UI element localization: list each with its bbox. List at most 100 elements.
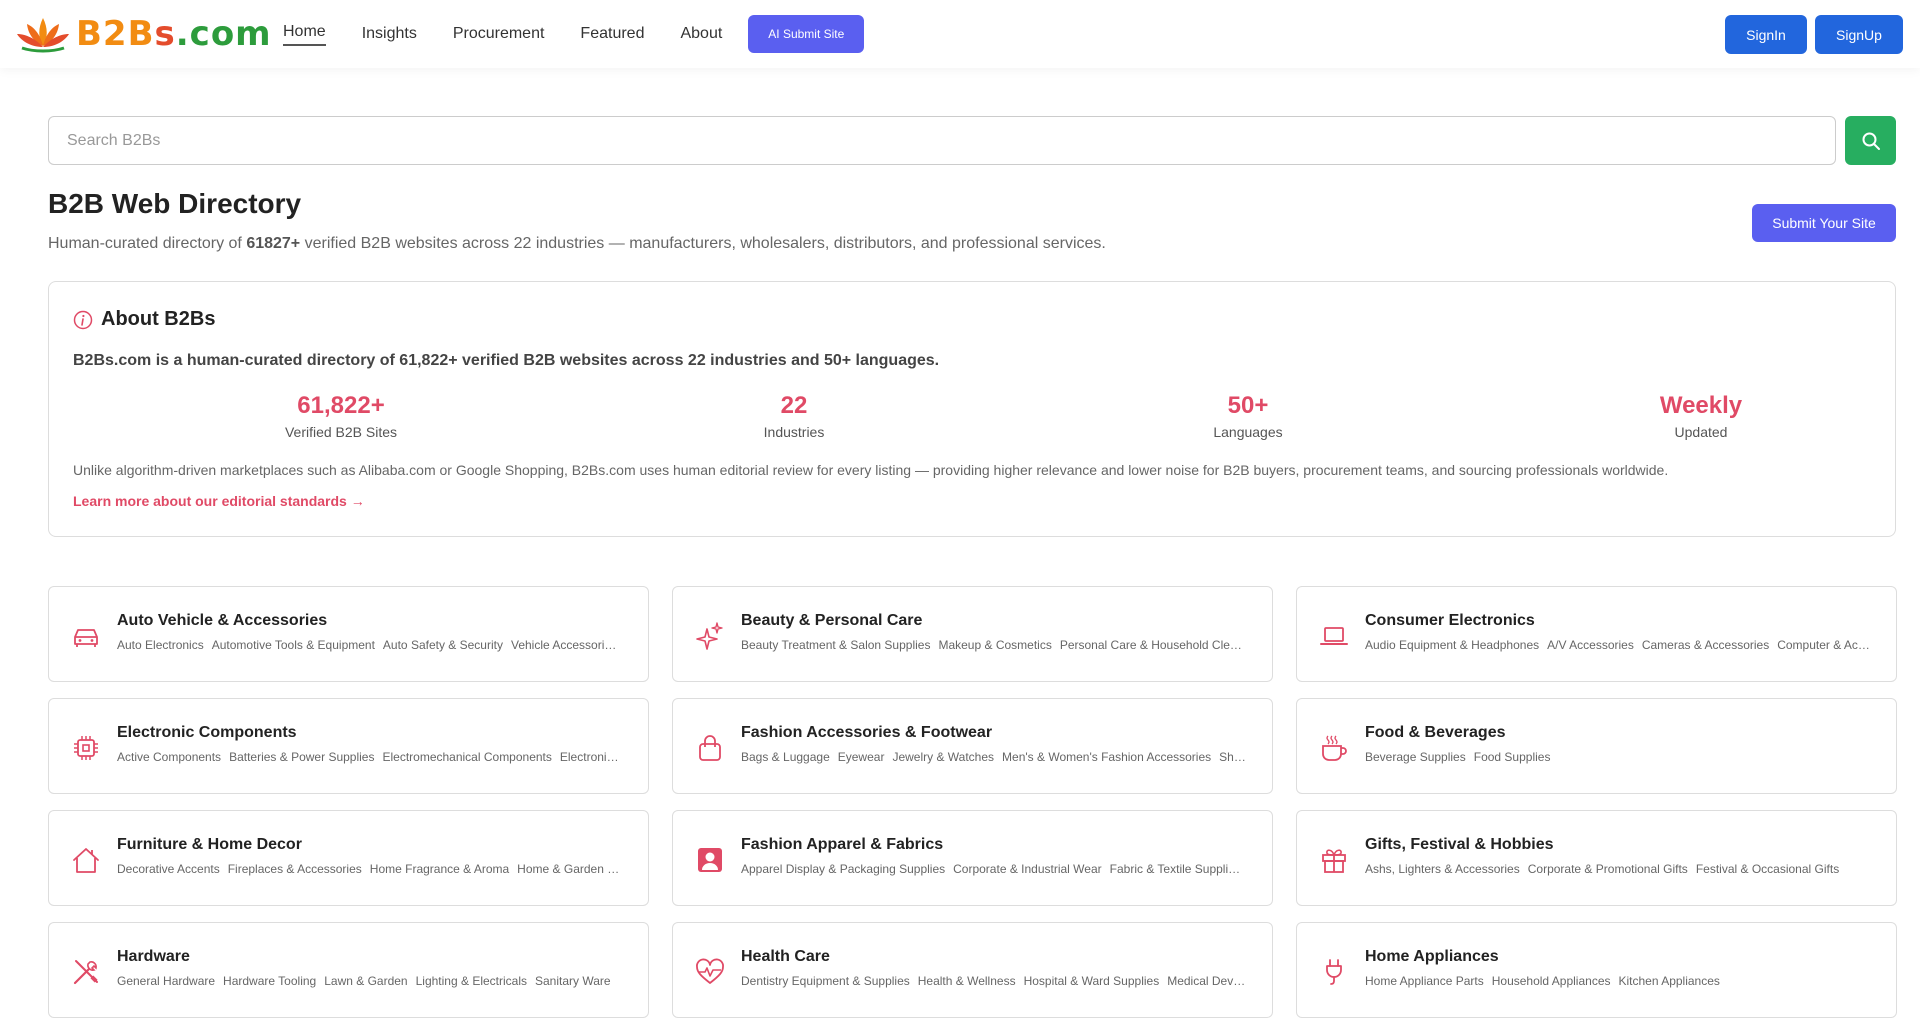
subcategory-link[interactable]: Corporate & Industrial Wear <box>953 862 1102 876</box>
nav-featured[interactable]: Featured <box>580 0 644 68</box>
nav-insights[interactable]: Insights <box>362 0 417 68</box>
nav-home[interactable]: Home <box>283 0 326 68</box>
nav-procurement[interactable]: Procurement <box>453 0 545 68</box>
category-card-home-appliances[interactable]: Home Appliances Home Appliance Parts Hous… <box>1296 922 1897 1018</box>
subcategory-link[interactable]: Cameras & Accessories <box>1642 638 1769 652</box>
site-logo[interactable]: B2Bs.com <box>14 14 272 54</box>
subcategory-link[interactable]: Sanitary Ware <box>535 974 611 988</box>
category-card-beauty[interactable]: Beauty & Personal Care Beauty Treatment … <box>672 586 1273 682</box>
subcategory-list: Beauty Treatment & Salon Supplies Makeup … <box>741 638 1246 652</box>
subcategory-link[interactable]: Hardware Tooling <box>223 974 316 988</box>
subcategory-link[interactable]: Beauty Treatment & Salon Supplies <box>741 638 930 652</box>
subcategory-link[interactable]: Computer & Accessories <box>1777 638 1870 652</box>
signup-button[interactable]: SignUp <box>1815 15 1903 54</box>
category-card-fashion-accessories[interactable]: Fashion Accessories & Footwear Bags & Lu… <box>672 698 1273 794</box>
search-button[interactable] <box>1845 116 1896 165</box>
subcategory-list: Bags & Luggage Eyewear Jewelry & Watches Me… <box>741 750 1246 764</box>
subcategory-link[interactable]: Festival & Occasional Gifts <box>1696 862 1839 876</box>
category-card-fashion-apparel[interactable]: Fashion Apparel & Fabrics Apparel Displa… <box>672 810 1273 906</box>
subcategory-link[interactable]: Fireplaces & Accessories <box>228 862 362 876</box>
editorial-standards-link[interactable]: Learn more about our editorial standards… <box>73 493 365 509</box>
auth-buttons: SignIn SignUp <box>1717 15 1903 54</box>
heart-pulse-icon <box>696 958 724 984</box>
subcategory-link[interactable]: Food Supplies <box>1474 750 1551 764</box>
category-card-food-beverages[interactable]: Food & Beverages Beverage Supplies Food S… <box>1296 698 1897 794</box>
logo-text: B2Bs.com <box>76 14 272 54</box>
submit-your-site-button[interactable]: Submit Your Site <box>1752 204 1896 242</box>
tools-icon <box>73 960 98 985</box>
subcategory-link[interactable]: Vehicle Accessories <box>511 638 617 652</box>
subcategory-link[interactable]: Makeup & Cosmetics <box>938 638 1051 652</box>
subcategory-list: Dentistry Equipment & Supplies Health & W… <box>741 974 1246 988</box>
category-card-health-care[interactable]: Health Care Dentistry Equipment & Suppli… <box>672 922 1273 1018</box>
signin-button[interactable]: SignIn <box>1725 15 1807 54</box>
subcategory-link[interactable]: General Hardware <box>117 974 215 988</box>
subcategory-link[interactable]: Auto Electronics <box>117 638 204 652</box>
category-title: Furniture & Home Decor <box>117 836 302 853</box>
subcategory-link[interactable]: Jewelry & Watches <box>892 750 994 764</box>
subcategory-link[interactable]: Eyewear <box>838 750 885 764</box>
subcategory-list: Ashs, Lighters & Accessories Corporate & … <box>1365 862 1870 876</box>
subcategory-link[interactable]: Health & Wellness <box>918 974 1016 988</box>
subcategory-link[interactable]: Hospital & Ward Supplies <box>1024 974 1160 988</box>
category-title: Gifts, Festival & Hobbies <box>1365 836 1554 853</box>
subcategory-link[interactable]: Household Appliances <box>1492 974 1611 988</box>
stat-updated: Weekly Updated <box>1659 392 1743 440</box>
subcategory-link[interactable]: Corporate & Promotional Gifts <box>1528 862 1688 876</box>
subcategory-list: Auto Electronics Automotive Tools & Equip… <box>117 638 622 652</box>
subcategory-link[interactable]: Electronic Accessories <box>560 750 622 764</box>
subcategory-link[interactable]: Lawn & Garden <box>324 974 407 988</box>
search-placeholder: Search B2Bs <box>67 131 161 149</box>
subcategory-link[interactable]: Home Fragrance & Aroma <box>370 862 509 876</box>
category-card-hardware[interactable]: Hardware General Hardware Hardware Toolin… <box>48 922 649 1018</box>
stat-verified-sites: 61,822+ Verified B2B Sites <box>284 392 398 440</box>
subcategory-link[interactable]: Electromechanical Components <box>382 750 551 764</box>
category-title: Hardware <box>117 948 190 965</box>
subcategory-link[interactable]: Medical Devices <box>1167 974 1246 988</box>
lotus-icon <box>17 18 69 53</box>
subcategory-link[interactable]: A/V Accessories <box>1547 638 1634 652</box>
subcategory-link[interactable]: Home Appliance Parts <box>1365 974 1484 988</box>
category-title: Fashion Accessories & Footwear <box>741 724 993 741</box>
category-card-auto-vehicle[interactable]: Auto Vehicle & Accessories Auto Electron… <box>48 586 649 682</box>
category-title: Beauty & Personal Care <box>741 612 923 629</box>
subcategory-link[interactable]: Active Components <box>117 750 221 764</box>
subcategory-list: General Hardware Hardware Tooling Lawn & G… <box>117 974 622 988</box>
subcategory-link[interactable]: Personal Care & Household Cleaning <box>1060 638 1246 652</box>
subcategory-link[interactable]: Dentistry Equipment & Supplies <box>741 974 910 988</box>
subcategory-link[interactable]: Decorative Accents <box>117 862 220 876</box>
subcategory-list: Apparel Display & Packaging Supplies Corp… <box>741 862 1246 876</box>
subcategory-link[interactable]: Batteries & Power Supplies <box>229 750 374 764</box>
subcategory-link[interactable]: Lighting & Electricals <box>416 974 527 988</box>
subcategory-link[interactable]: Audio Equipment & Headphones <box>1365 638 1539 652</box>
subcategory-list: Beverage Supplies Food Supplies <box>1365 750 1870 764</box>
subcategory-link[interactable]: Bags & Luggage <box>741 750 830 764</box>
subcategory-link[interactable]: Men's & Women's Fashion Accessories <box>1002 750 1211 764</box>
category-card-gifts[interactable]: Gifts, Festival & Hobbies Ashs, Lighters… <box>1296 810 1897 906</box>
about-lead: B2Bs.com is a human-curated directory of… <box>73 352 940 369</box>
subcategory-link[interactable]: Ashs, Lighters & Accessories <box>1365 862 1520 876</box>
subcategory-link[interactable]: Fabric & Textile Supplies <box>1110 862 1241 876</box>
category-card-electronic-components[interactable]: Electronic Components Active Components B… <box>48 698 649 794</box>
subcategory-link[interactable]: Beverage Supplies <box>1365 750 1466 764</box>
subcategory-link[interactable]: Home & Garden Furniture <box>517 862 622 876</box>
search-icon <box>1862 132 1880 150</box>
car-icon <box>74 629 98 647</box>
search-input[interactable]: Search B2Bs <box>48 116 1836 165</box>
category-card-consumer-electronics[interactable]: Consumer Electronics Audio Equipment & H… <box>1296 586 1897 682</box>
category-card-furniture[interactable]: Furniture & Home Decor Decorative Accent… <box>48 810 649 906</box>
chip-icon <box>74 736 98 760</box>
nav-about[interactable]: About <box>680 0 722 68</box>
ai-submit-site-button[interactable]: AI Submit Site <box>748 15 865 53</box>
subcategory-link[interactable]: Automotive Tools & Equipment <box>212 638 375 652</box>
about-body: Unlike algorithm-driven marketplaces suc… <box>73 462 1669 478</box>
subcategory-link[interactable]: Apparel Display & Packaging Supplies <box>741 862 945 876</box>
info-icon <box>73 310 93 329</box>
subcategory-link[interactable]: Auto Safety & Security <box>383 638 503 652</box>
coffee-cup-icon <box>1322 735 1347 761</box>
subcategory-link[interactable]: Shoes <box>1219 750 1246 764</box>
subcategory-link[interactable]: Kitchen Appliances <box>1619 974 1720 988</box>
subcategory-list: Decorative Accents Fireplaces & Accessori… <box>117 862 622 876</box>
category-title: Home Appliances <box>1365 948 1499 965</box>
category-title: Health Care <box>741 948 830 965</box>
